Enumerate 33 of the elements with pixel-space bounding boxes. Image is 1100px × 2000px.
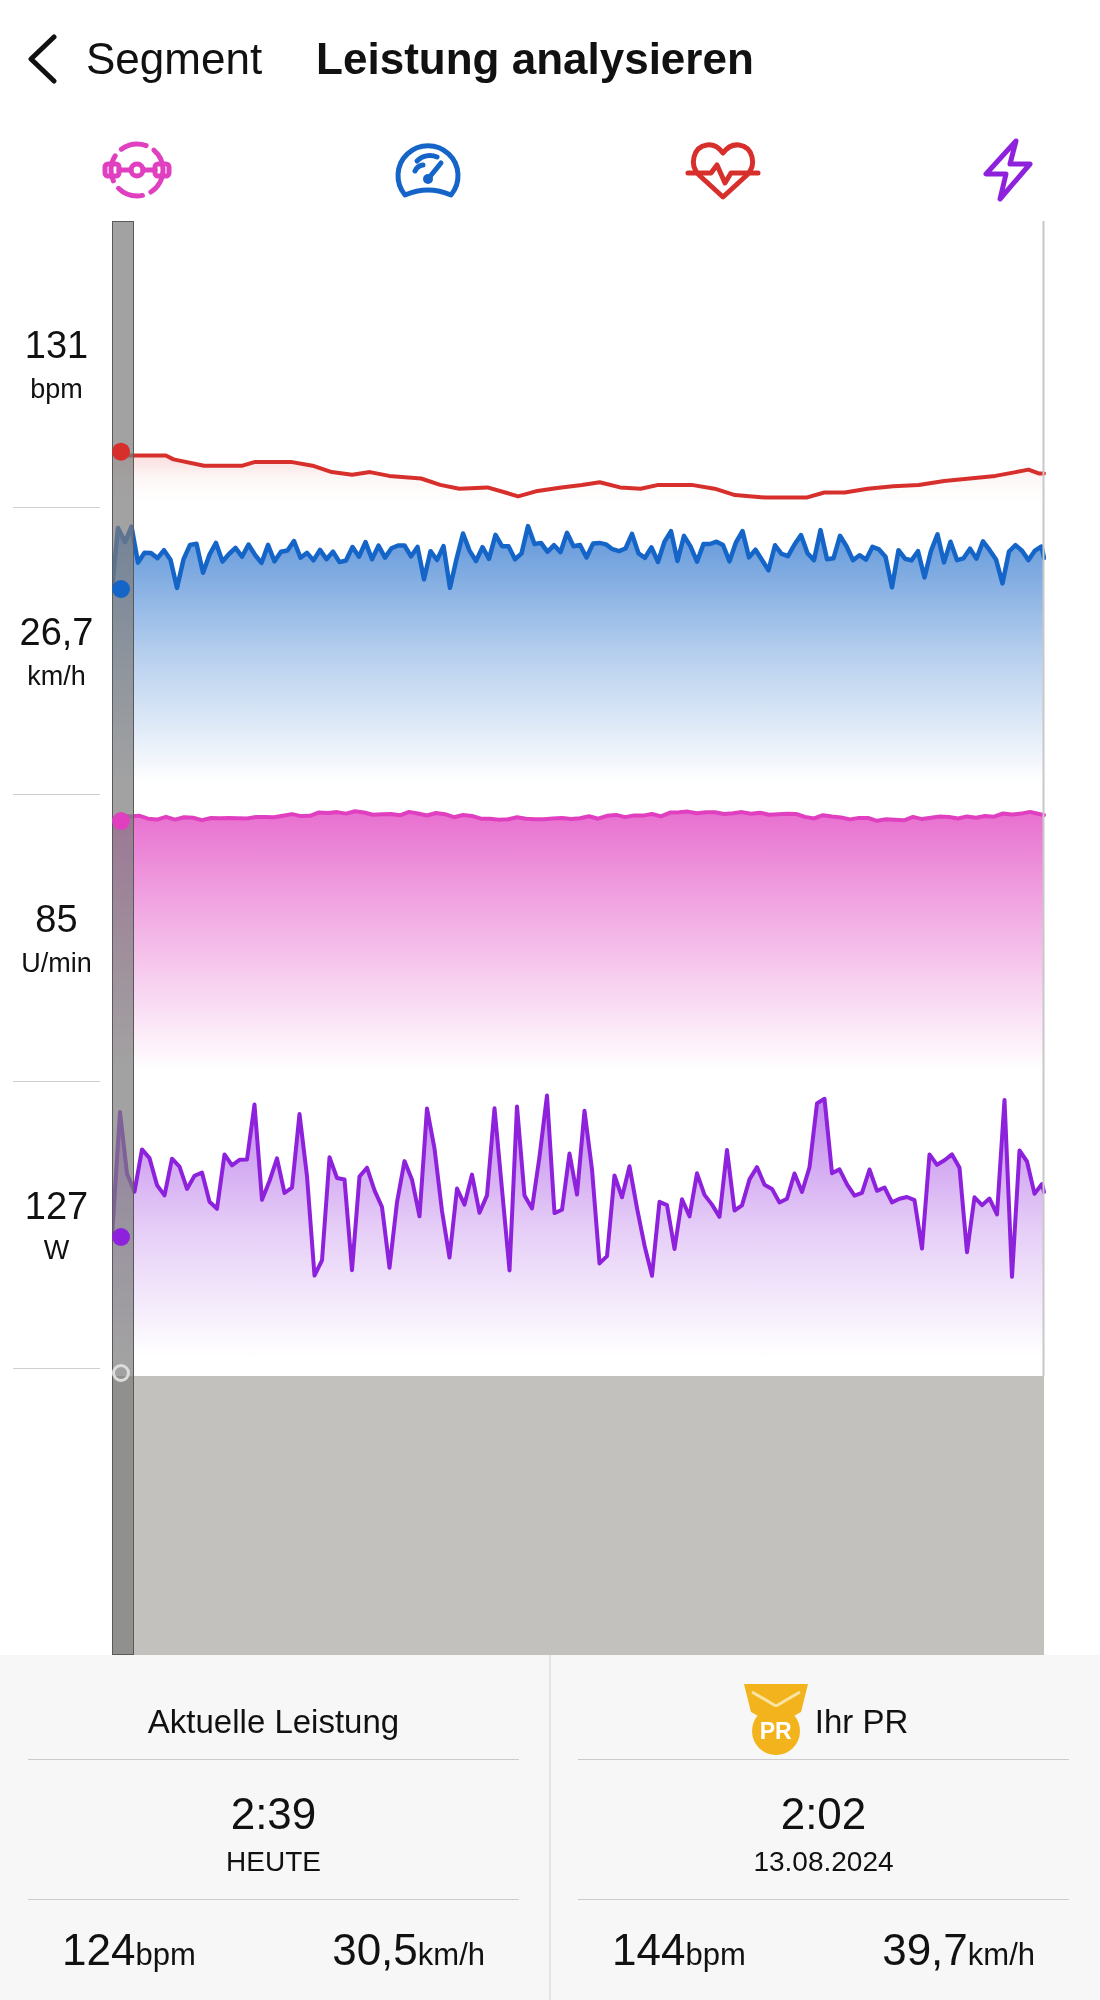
readout-value: 85	[35, 897, 78, 941]
time-value: 2:39	[230, 1788, 317, 1839]
stat-value: 124	[62, 1925, 136, 1975]
scrubber-handle[interactable]	[112, 221, 134, 1655]
readout-value: 131	[24, 323, 89, 367]
marker-dot-icon	[112, 442, 130, 461]
card-title: Aktuelle Leistung	[147, 1703, 400, 1741]
stat-unit: km/h	[967, 1937, 1035, 1973]
page-title: Leistung analysieren	[316, 34, 754, 84]
stat-value: 144	[612, 1925, 686, 1975]
marker-dot-icon	[112, 580, 130, 598]
readout-value: 26,7	[19, 610, 94, 654]
readout-unit: U/min	[21, 947, 92, 979]
marker-dot-icon	[112, 1228, 130, 1246]
back-button[interactable]: Segment	[24, 30, 265, 88]
date-label: HEUTE	[226, 1844, 321, 1879]
lightning-icon[interactable]	[982, 137, 1034, 202]
back-icon	[26, 34, 58, 84]
date-label: 13.08.2024	[753, 1844, 894, 1879]
stat-unit: km/h	[417, 1937, 485, 1973]
readout-unit: km/h	[27, 660, 86, 692]
stat-value: 30,5	[332, 1925, 418, 1975]
card-title: Ihr PR	[814, 1703, 909, 1741]
readout-value: 127	[24, 1184, 89, 1228]
stat-value: 39,7	[882, 1925, 968, 1975]
stat-unit: bpm	[685, 1937, 746, 1973]
marker-dot-icon	[112, 812, 130, 830]
readout-unit: bpm	[30, 373, 83, 405]
marker-ring-icon	[112, 1364, 130, 1382]
time-value: 2:02	[780, 1788, 867, 1839]
medal-badge: PR	[738, 1682, 813, 1756]
readout-unit: W	[43, 1234, 70, 1266]
stat-unit: bpm	[135, 1937, 196, 1973]
